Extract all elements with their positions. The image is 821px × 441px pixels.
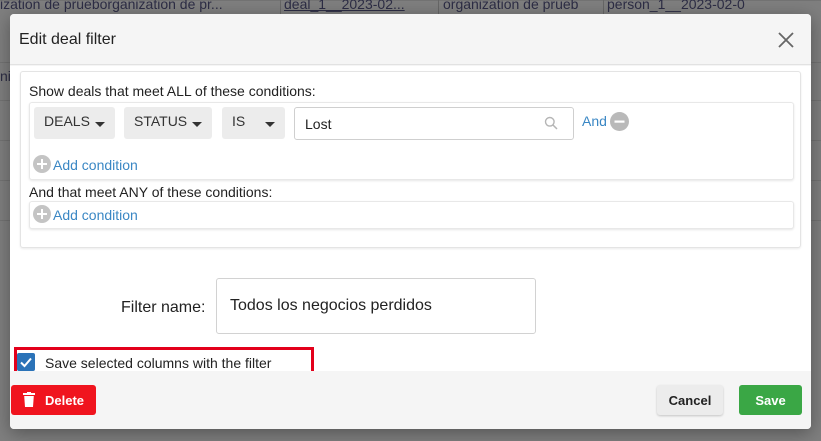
caret-down-icon [95,122,105,127]
search-icon [544,116,558,130]
trash-icon [23,392,35,407]
add-condition-label: Add condition [53,157,138,173]
save-columns-label[interactable]: Save selected columns with the filter [45,355,271,371]
add-condition-any-button[interactable]: Add condition [33,205,153,225]
conditions-panel: Show deals that meet ALL of these condit… [20,71,801,248]
any-conditions-group: Add condition [29,201,794,229]
dialog-body: Show deals that meet ALL of these condit… [10,66,811,378]
field-select[interactable]: STATUS [124,107,212,139]
save-button[interactable]: Save [739,385,802,415]
plus-circle-icon [33,155,51,173]
condition-value-input[interactable] [294,107,574,140]
filter-name-label: Filter name: [121,299,206,316]
plus-circle-icon [33,205,51,223]
filter-name-input[interactable] [216,278,536,334]
save-columns-checkbox[interactable] [17,353,35,371]
operator-select[interactable]: IS [222,107,285,139]
entity-select[interactable]: DEALS [34,107,115,139]
entity-select-value: DEALS [44,113,90,129]
caret-down-icon [265,122,275,127]
operator-select-value: IS [232,113,246,129]
delete-button[interactable]: Delete [11,385,96,415]
delete-button-label: Delete [45,393,85,408]
all-conditions-group: DEALS STATUS IS And [29,102,794,180]
dialog-title: Edit deal filter [19,31,116,48]
cancel-button[interactable]: Cancel [657,385,723,415]
caret-down-icon [192,122,202,127]
add-condition-all-button[interactable]: Add condition [33,155,153,175]
all-conditions-label: Show deals that meet ALL of these condit… [29,83,316,99]
field-select-value: STATUS [134,113,188,129]
close-icon[interactable] [776,30,796,50]
and-link[interactable]: And [582,113,607,129]
dialog-footer: Delete Cancel Save [10,371,811,429]
any-conditions-label: And that meet ANY of these conditions: [29,184,273,200]
edit-filter-dialog: Edit deal filter Show deals that meet AL… [10,14,811,429]
dialog-header: Edit deal filter [10,14,811,65]
remove-condition-icon[interactable] [610,112,629,131]
add-condition-label: Add condition [53,207,138,223]
